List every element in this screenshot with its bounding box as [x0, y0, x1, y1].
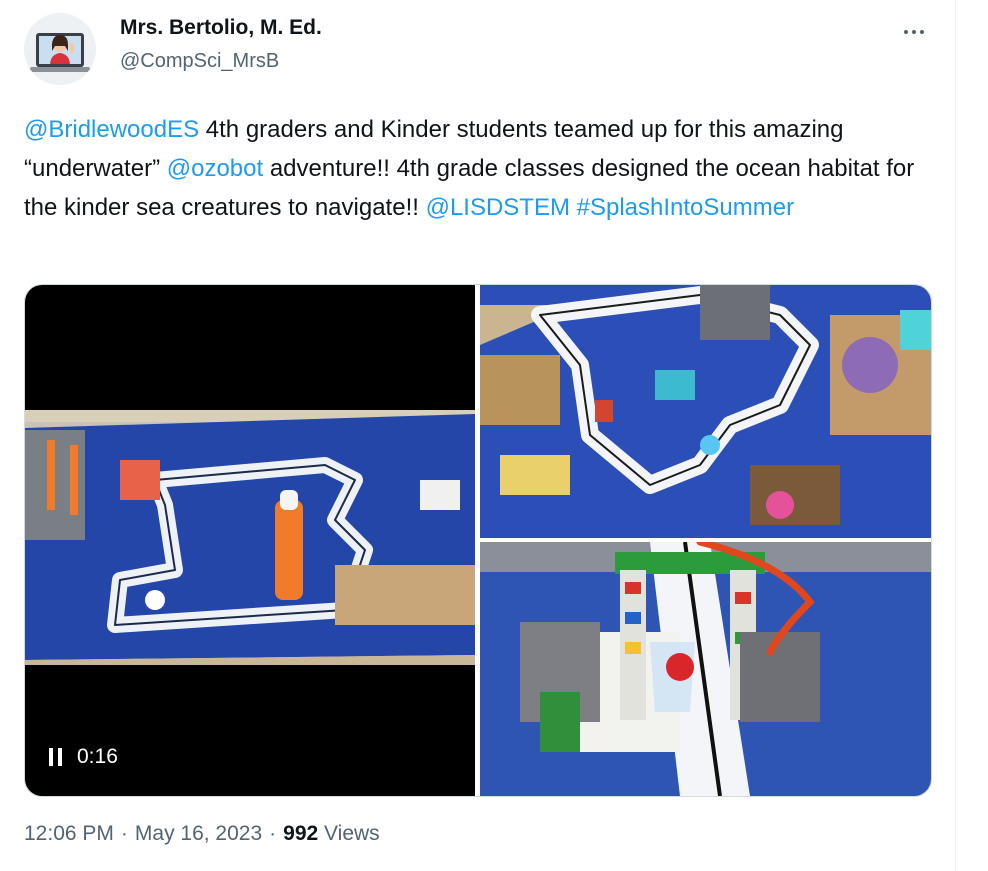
- photo-image: [480, 285, 931, 538]
- tweet-text: @BridlewoodES 4th graders and Kinder stu…: [24, 110, 929, 227]
- more-options-button[interactable]: [892, 14, 936, 50]
- tweet-meta: 12:06 PM · May 16, 2023 · 992 Views: [24, 822, 380, 846]
- tweet-date[interactable]: May 16, 2023: [135, 822, 262, 845]
- tweet-text-segment: [570, 194, 577, 221]
- hashtag-link[interactable]: #SplashIntoSummer: [577, 194, 794, 221]
- photo-ocean-habitat-overview[interactable]: [480, 285, 931, 538]
- mention-link[interactable]: @BridlewoodES: [24, 116, 199, 143]
- mention-link[interactable]: @ozobot: [167, 155, 263, 182]
- tweet-card: Mrs. Bertolio, M. Ed. @CompSci_MrsB @Bri…: [0, 0, 955, 871]
- video-elapsed-time: 0:16: [77, 745, 118, 768]
- photo-image: [480, 538, 931, 796]
- avatar[interactable]: [24, 13, 96, 85]
- meta-separator: ·: [120, 822, 128, 845]
- photo-lego-coral-closeup[interactable]: [480, 538, 931, 796]
- video-frame-ocean-habitat: [25, 410, 475, 665]
- author-name[interactable]: Mrs. Bertolio, M. Ed.: [120, 16, 322, 40]
- views-label: Views: [324, 822, 380, 845]
- video-player[interactable]: 0:16: [25, 285, 475, 796]
- mention-link[interactable]: @LISDSTEM: [426, 194, 570, 221]
- media-grid: 0:16: [24, 284, 932, 797]
- tweet-time[interactable]: 12:06 PM: [24, 822, 114, 845]
- meta-separator: ·: [269, 822, 277, 845]
- view-count: 992: [283, 822, 319, 845]
- avatar-laptop-teacher-icon: [24, 13, 96, 85]
- more-horizontal-icon: [904, 30, 908, 34]
- video-controls: 0:16: [49, 745, 118, 769]
- pause-icon[interactable]: [49, 748, 63, 766]
- more-horizontal-icon-dot: [912, 30, 916, 34]
- column-divider: [955, 0, 956, 871]
- author-handle[interactable]: @CompSci_MrsB: [120, 50, 279, 73]
- more-horizontal-icon-dot: [920, 30, 924, 34]
